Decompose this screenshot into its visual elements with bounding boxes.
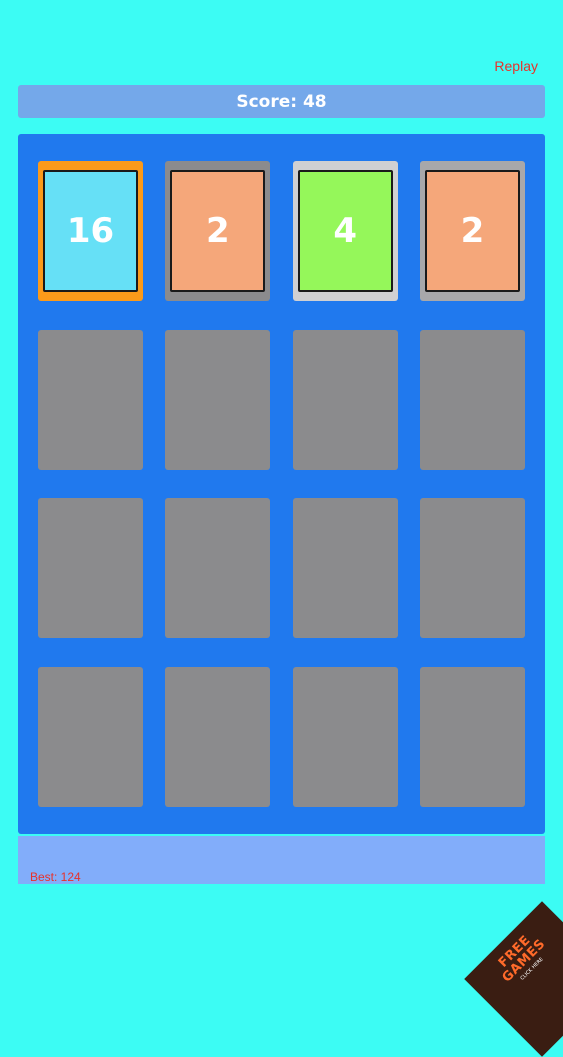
empty-cell [420,667,525,807]
score-display: Score: 48 [18,85,545,118]
empty-cell [292,667,398,807]
empty-cell [292,329,398,470]
footer-bar: Best: 124 [18,836,545,884]
free-games-badge[interactable]: FREE GAMES CLICK HERE [464,901,563,1057]
best-score-label: Best: 124 [30,870,81,884]
number-tile: 16 [43,170,138,292]
empty-cell [38,667,143,807]
empty-cell [165,498,271,639]
empty-cell [38,329,143,470]
empty-cell [165,667,271,807]
board-cell-tile: 16 [38,161,143,301]
replay-button[interactable]: Replay [494,58,538,74]
game-board[interactable]: 16 2 4 2 [18,134,545,834]
empty-cell [292,498,398,639]
empty-cell [38,498,143,639]
number-tile: 2 [170,170,266,292]
board-cell-tile: 2 [165,161,271,301]
empty-cell [420,329,525,470]
number-tile: 2 [425,170,520,292]
score-label: Score: 48 [236,91,327,112]
empty-cell [420,498,525,639]
board-cell-tile: 2 [420,161,525,301]
board-cell-tile: 4 [292,161,398,301]
number-tile: 4 [297,170,393,292]
empty-cell [165,329,271,470]
